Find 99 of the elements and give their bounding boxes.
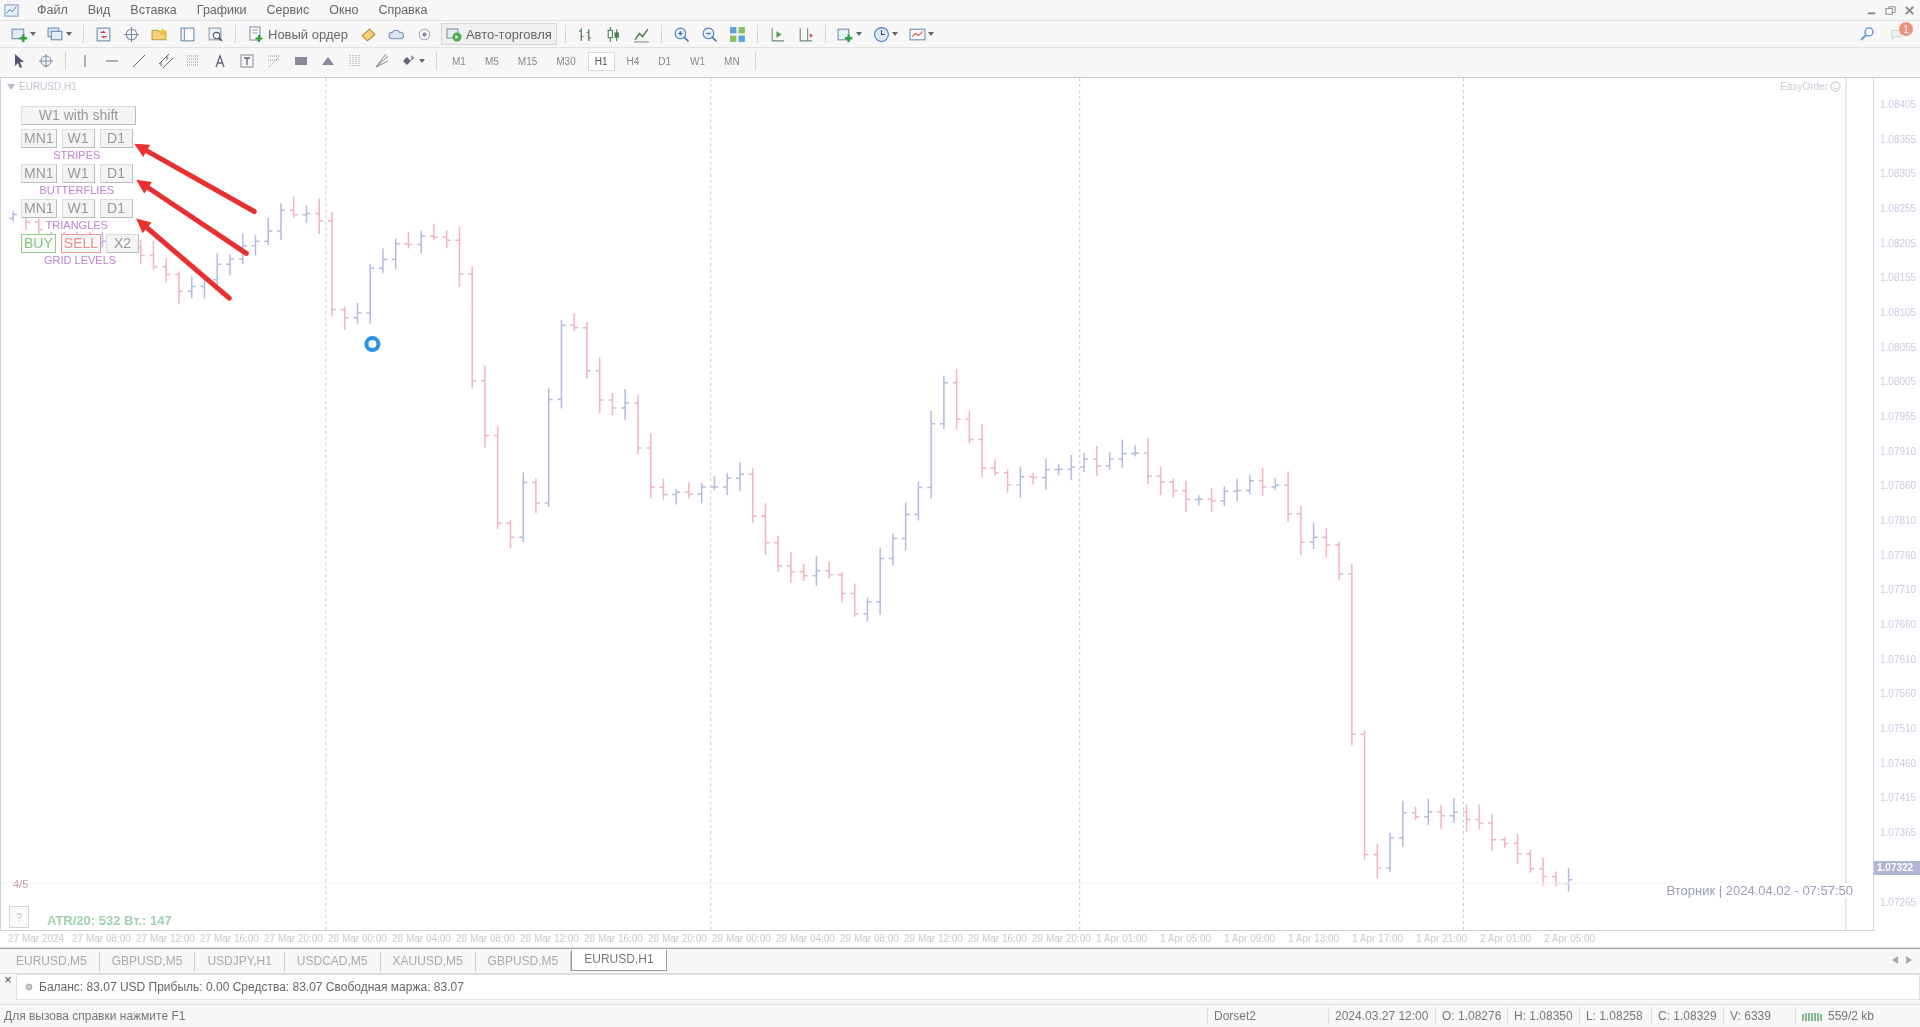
sell-button[interactable]: SELL	[60, 234, 102, 253]
notification-button[interactable]: 1	[1890, 24, 1914, 44]
timeframe-button[interactable]: X2	[106, 234, 140, 253]
timeframe-button[interactable]: W1	[61, 199, 95, 218]
trend-line-icon[interactable]	[131, 53, 147, 69]
search-icon[interactable]	[1859, 26, 1875, 42]
timeframe-button[interactable]: MN1	[21, 199, 57, 218]
menu-item[interactable]: Файл	[27, 3, 78, 17]
caret-icon[interactable]	[30, 32, 36, 36]
timeframe-button[interactable]: M15	[510, 51, 545, 71]
timeframe-button[interactable]: D1	[99, 129, 133, 148]
new-order-button[interactable]: Новый ордер	[244, 24, 352, 44]
close-price: C: 1.08329	[1651, 1007, 1723, 1025]
timeframe-button[interactable]: D1	[651, 51, 679, 71]
chart-tab[interactable]: EURUSD,M5	[4, 952, 100, 971]
chart-title: EURUSD,H1	[19, 81, 77, 92]
price-label: 1.07322	[1874, 860, 1920, 875]
timeframe-button[interactable]: MN	[717, 51, 747, 71]
timeframe-button[interactable]: D1	[99, 199, 133, 218]
chat-bubble-icon	[1890, 27, 1904, 41]
crosshair-icon[interactable]	[123, 25, 140, 43]
folder-star-icon[interactable]	[151, 25, 168, 43]
connection-bars-icon	[1802, 1011, 1824, 1021]
account-summary: Баланс: 83.07 USD Прибыль: 0.00 Средства: 83.07 Свободная маржа: 83.07	[39, 980, 464, 994]
buy-button[interactable]: BUY	[21, 234, 56, 253]
help-button[interactable]: ?	[9, 906, 29, 928]
status-text: Для вызова справки нажмите F1	[3, 1009, 187, 1023]
text-tool-icon[interactable]	[212, 53, 228, 69]
fan-icon[interactable]	[266, 53, 282, 69]
cursor-ring-icon	[364, 336, 381, 353]
auto-trading-icon	[445, 26, 462, 42]
timeframe-button[interactable]: M5	[477, 51, 506, 71]
status-dot-icon	[25, 983, 33, 991]
collapse-icon[interactable]	[7, 83, 15, 90]
group-label: GRID LEVELS	[41, 253, 119, 267]
chart-tab[interactable]: XAUUSD,M5	[380, 952, 476, 971]
server-time: Вторник | 2024.04.02 - 07:57:50	[1666, 883, 1853, 898]
scroll-left-icon[interactable]	[1892, 956, 1898, 964]
low-price: L: 1.08258	[1579, 1007, 1651, 1025]
high-price: H: 1.08350	[1507, 1007, 1579, 1025]
menu-item[interactable]: Графики	[186, 3, 257, 17]
chart-tab[interactable]: EURUSD,H1	[571, 950, 667, 971]
group-label: BUTTERFLIES	[37, 183, 117, 197]
page-number: 4/5	[13, 878, 29, 890]
channel-icon[interactable]	[158, 53, 174, 69]
text-label-icon[interactable]	[239, 53, 255, 69]
menu-item[interactable]: Вид	[77, 3, 121, 17]
panel-icon[interactable]	[179, 25, 196, 43]
traffic: 559/2 kb	[1828, 1008, 1875, 1025]
timeframe-button[interactable]: M1	[445, 51, 473, 71]
profiles-icon[interactable]	[47, 25, 64, 43]
caret-icon[interactable]	[927, 32, 934, 36]
timeframe-button[interactable]: W1	[683, 51, 713, 71]
bar-chart-icon[interactable]	[576, 25, 594, 43]
close-icon[interactable]	[1903, 3, 1916, 17]
chart-tab[interactable]: GBPUSD,M5	[99, 952, 196, 971]
close-button[interactable]: ×	[4, 974, 12, 1000]
app-icon[interactable]	[4, 2, 19, 18]
timeframe-button[interactable]: MN1	[21, 129, 57, 148]
fibonacci-icon[interactable]	[185, 53, 201, 69]
menu-item[interactable]: Справка	[368, 3, 438, 17]
open-price: O: 1.08276	[1435, 1007, 1507, 1025]
group-label: STRIPES	[51, 148, 103, 162]
smiley-icon	[1830, 81, 1841, 92]
timeframe-button[interactable]: W1	[61, 129, 95, 148]
menu-item[interactable]: Окно	[319, 3, 369, 17]
restore-icon[interactable]	[1884, 3, 1897, 17]
notification-badge: 1	[1899, 22, 1913, 36]
caret-icon[interactable]	[66, 32, 72, 36]
scroll-right-icon[interactable]	[1906, 956, 1912, 964]
caret-icon[interactable]	[419, 59, 425, 63]
timeframe-button[interactable]: MN1	[21, 164, 57, 183]
w1-shift-button[interactable]: W1 with shift	[21, 106, 136, 125]
timeframe-button[interactable]: D1	[99, 164, 133, 183]
auto-trading-button[interactable]: Авто-торговля	[440, 23, 557, 45]
timeframe-button[interactable]: H1	[587, 51, 615, 71]
profile-name: Dorset2	[1207, 1007, 1328, 1025]
caret-icon[interactable]	[891, 32, 898, 36]
menu-item[interactable]: Вставка	[120, 3, 187, 17]
chart-tab[interactable]: USDJPY,H1	[195, 952, 285, 971]
market-watch-icon[interactable]	[95, 25, 112, 43]
tester-icon[interactable]	[207, 25, 224, 43]
clock-icon[interactable]	[872, 25, 890, 43]
chart-tab[interactable]: USDCAD,M5	[284, 952, 381, 971]
crosshair-icon[interactable]	[38, 53, 54, 69]
tile-windows-icon[interactable]	[728, 25, 746, 43]
order-icon	[248, 26, 264, 42]
timeframe-button[interactable]: M30	[549, 51, 583, 71]
atr-readout: ATR/20: 532 Вт.: 147	[47, 913, 172, 928]
bar-time: 2024.03.27 12:00	[1328, 1007, 1435, 1025]
timeframe-button[interactable]: H4	[619, 51, 647, 71]
zoom-in-icon[interactable]	[672, 25, 690, 43]
zoom-out-icon[interactable]	[700, 25, 718, 43]
group-label: TRIANGLES	[43, 218, 110, 232]
gann-icon[interactable]	[374, 53, 390, 69]
timeframe-button[interactable]: W1	[61, 164, 95, 183]
caret-icon[interactable]	[855, 32, 862, 36]
volume: V: 6339	[1723, 1007, 1795, 1025]
menu-item[interactable]: Сервис	[256, 3, 320, 17]
